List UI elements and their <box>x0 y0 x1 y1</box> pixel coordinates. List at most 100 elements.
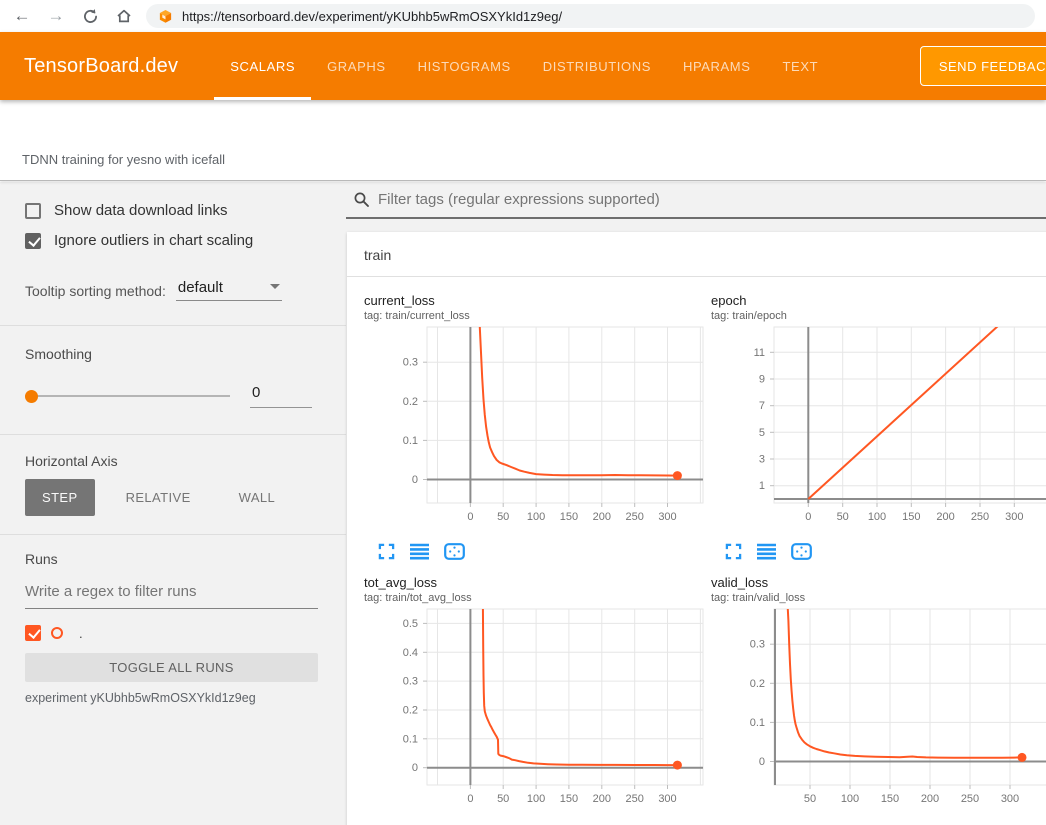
svg-text:7: 7 <box>759 400 765 412</box>
wall-axis-button[interactable]: WALL <box>222 479 293 516</box>
svg-text:9: 9 <box>759 374 765 386</box>
svg-text:300: 300 <box>1001 793 1019 805</box>
relative-axis-button[interactable]: RELATIVE <box>109 479 208 516</box>
expand-chart-icon[interactable] <box>378 543 395 560</box>
svg-text:250: 250 <box>961 793 979 805</box>
tag-group-card: train current_loss tag: train/current_los… <box>347 232 1046 825</box>
tab-histograms[interactable]: HISTOGRAMS <box>418 32 511 100</box>
tab-hparams[interactable]: HPARAMS <box>683 32 751 100</box>
svg-text:0: 0 <box>467 511 473 523</box>
app-header: TensorBoard.dev SCALARS GRAPHS HISTOGRAM… <box>0 32 1046 100</box>
log-scale-toggle-icon[interactable] <box>757 543 776 560</box>
tab-distributions[interactable]: DISTRIBUTIONS <box>543 32 651 100</box>
content: Show data download links Ignore outliers… <box>0 182 1046 825</box>
smoothing-slider-thumb[interactable] <box>25 390 38 403</box>
chart-plot[interactable]: 5010015020025030000.10.20.3 <box>706 605 1046 817</box>
experiment-title-bar: TDNN training for yesno with icefall <box>0 100 1046 181</box>
chart-title: tot_avg_loss <box>364 575 706 590</box>
svg-text:100: 100 <box>841 793 859 805</box>
svg-text:200: 200 <box>921 793 939 805</box>
tag-filter-input[interactable] <box>378 191 1046 208</box>
run-checkbox[interactable] <box>25 625 41 641</box>
run-row[interactable]: . <box>25 625 318 641</box>
svg-text:200: 200 <box>593 511 611 523</box>
svg-text:300: 300 <box>658 511 676 523</box>
tag-filter-bar <box>346 182 1046 219</box>
svg-text:150: 150 <box>881 793 899 805</box>
chart-tot_avg_loss: tot_avg_losstag: train/tot_avg_loss05010… <box>359 575 706 825</box>
svg-text:50: 50 <box>497 793 509 805</box>
fit-domain-icon[interactable] <box>791 543 812 560</box>
tab-text[interactable]: TEXT <box>783 32 819 100</box>
chart-plot[interactable]: 0501001502002503001357911 <box>706 323 1046 535</box>
chart-title: current_loss <box>364 293 706 308</box>
forward-icon[interactable]: → <box>44 4 68 28</box>
chart-title: epoch <box>711 293 1046 308</box>
svg-text:0.5: 0.5 <box>403 618 418 630</box>
toggle-all-runs-button[interactable]: TOGGLE ALL RUNS <box>25 653 318 682</box>
svg-text:0: 0 <box>412 474 418 486</box>
svg-text:1: 1 <box>759 480 765 492</box>
smoothing-slider[interactable] <box>25 389 230 403</box>
svg-text:5: 5 <box>759 427 765 439</box>
tooltip-sorting-label: Tooltip sorting method: <box>25 283 166 301</box>
chart-tag: tag: train/tot_avg_loss <box>364 592 706 604</box>
screen: ← → https://tensorboard.dev/experiment/y… <box>0 0 1046 825</box>
home-icon[interactable] <box>112 4 136 28</box>
runs-filter-input[interactable] <box>25 579 318 609</box>
step-axis-button[interactable]: STEP <box>25 479 95 516</box>
tooltip-sorting-row: Tooltip sorting method: default <box>25 279 318 311</box>
svg-text:0.4: 0.4 <box>403 647 418 659</box>
back-icon[interactable]: ← <box>10 4 34 28</box>
chart-plot[interactable]: 05010015020025030000.10.20.30.40.5 <box>359 605 706 817</box>
tooltip-sorting-select[interactable]: default <box>176 279 282 301</box>
run-color-swatch <box>51 627 63 639</box>
svg-text:50: 50 <box>804 793 816 805</box>
svg-text:0.1: 0.1 <box>750 717 765 729</box>
svg-text:0: 0 <box>467 793 473 805</box>
svg-text:300: 300 <box>1005 511 1023 523</box>
run-name: . <box>73 626 83 641</box>
svg-text:11: 11 <box>754 347 765 359</box>
svg-text:250: 250 <box>626 793 644 805</box>
chart-title: valid_loss <box>711 575 1046 590</box>
tensorboard-favicon <box>158 9 173 24</box>
main-content: train current_loss tag: train/current_los… <box>346 182 1046 825</box>
svg-text:0.3: 0.3 <box>403 357 418 369</box>
svg-text:0.3: 0.3 <box>750 639 765 651</box>
show-download-row[interactable]: Show data download links <box>25 202 318 219</box>
svg-text:0.2: 0.2 <box>403 705 418 717</box>
log-scale-toggle-icon[interactable] <box>410 543 429 560</box>
svg-text:0.1: 0.1 <box>403 435 418 447</box>
tab-graphs[interactable]: GRAPHS <box>327 32 386 100</box>
tag-group-header[interactable]: train <box>347 232 1046 277</box>
experiment-title: TDNN training for yesno with icefall <box>22 152 225 167</box>
refresh-icon[interactable] <box>78 4 102 28</box>
svg-text:0.2: 0.2 <box>403 396 418 408</box>
address-bar[interactable]: https://tensorboard.dev/experiment/yKUbh… <box>146 4 1035 28</box>
chart-actions <box>725 542 1046 561</box>
smoothing-value[interactable]: 0 <box>250 384 312 408</box>
show-download-checkbox[interactable] <box>25 203 41 219</box>
charts-grid: current_losstag: train/current_loss05010… <box>347 277 1046 825</box>
horizontal-axis-label: Horizontal Axis <box>25 453 318 469</box>
ignore-outliers-row[interactable]: Ignore outliers in chart scaling <box>25 232 318 249</box>
svg-text:150: 150 <box>560 511 578 523</box>
horizontal-axis-buttons: STEP RELATIVE WALL <box>25 479 318 516</box>
main-nav: SCALARS GRAPHS HISTOGRAMS DISTRIBUTIONS … <box>230 32 818 100</box>
ignore-outliers-checkbox[interactable] <box>25 233 41 249</box>
svg-text:300: 300 <box>658 793 676 805</box>
search-icon <box>353 191 370 208</box>
chart-plot[interactable]: 05010015020025030000.10.20.3 <box>359 323 706 535</box>
app-title[interactable]: TensorBoard.dev <box>24 55 178 78</box>
tab-scalars[interactable]: SCALARS <box>230 32 295 100</box>
chart-tag: tag: train/current_loss <box>364 310 706 322</box>
svg-text:0: 0 <box>412 762 418 774</box>
fit-domain-icon[interactable] <box>444 543 465 560</box>
svg-text:0.3: 0.3 <box>403 676 418 688</box>
expand-chart-icon[interactable] <box>725 543 742 560</box>
svg-text:50: 50 <box>837 511 849 523</box>
svg-text:0: 0 <box>759 756 765 768</box>
send-feedback-button[interactable]: SEND FEEDBACK <box>920 46 1046 86</box>
chart-tag: tag: train/valid_loss <box>711 592 1046 604</box>
